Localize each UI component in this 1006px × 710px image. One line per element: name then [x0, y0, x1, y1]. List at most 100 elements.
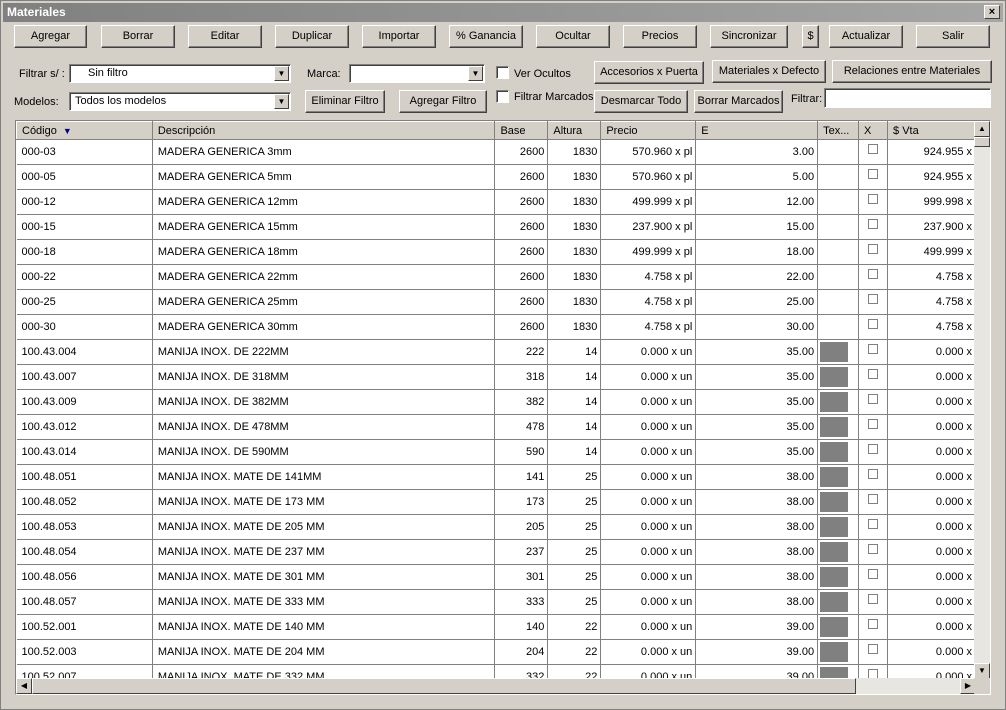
importar-button[interactable]: Importar: [362, 25, 436, 48]
dollar-button[interactable]: $: [802, 25, 819, 48]
row-checkbox[interactable]: [868, 494, 879, 504]
table-row[interactable]: 100.48.052 MANIJA INOX. MATE DE 173 MM 173…: [16, 489, 976, 515]
cell-precio: 0.000 x un: [600, 489, 697, 515]
row-checkbox[interactable]: [868, 344, 879, 354]
cell-precio: 0.000 x un: [600, 589, 697, 615]
table-row[interactable]: 000-22 MADERA GENERICA 22mm 2600 1830 4.758 …: [16, 264, 976, 290]
table-row[interactable]: 100.52.003 MANIJA INOX. MATE DE 204 MM 204…: [16, 639, 976, 665]
relaciones-button[interactable]: Relaciones entre Materiales: [832, 60, 992, 83]
table-row[interactable]: 100.48.054 MANIJA INOX. MATE DE 237 MM 237…: [16, 539, 976, 565]
row-checkbox[interactable]: [868, 394, 879, 404]
eliminar-filtro-button[interactable]: Eliminar Filtro: [305, 90, 385, 113]
row-checkbox[interactable]: [868, 544, 879, 554]
chevron-down-icon[interactable]: ▼: [274, 66, 289, 81]
row-checkbox[interactable]: [868, 294, 879, 304]
row-checkbox[interactable]: [868, 594, 879, 604]
filtrar-text-input[interactable]: [824, 88, 991, 108]
row-checkbox[interactable]: [868, 569, 879, 579]
table-row[interactable]: 100.52.001 MANIJA INOX. MATE DE 140 MM 140…: [16, 614, 976, 640]
col-header-codigo[interactable]: Código ▼: [16, 121, 153, 140]
cell-descripcion: MANIJA INOX. MATE DE 301 MM: [152, 564, 496, 590]
scroll-up-icon[interactable]: ▲: [974, 121, 990, 137]
cell-descripcion: MANIJA INOX. MATE DE 140 MM: [152, 614, 496, 640]
desmarcar-todo-button[interactable]: Desmarcar Todo: [594, 90, 688, 113]
cell-x: [858, 164, 889, 190]
cell-tex: [817, 364, 860, 390]
col-header-x[interactable]: X: [858, 121, 889, 140]
modelos-combo[interactable]: Todos los modelos ▼: [69, 92, 291, 111]
cell-e: 38.00: [695, 489, 819, 515]
cell-x: [858, 439, 889, 465]
cell-base: 2600: [494, 289, 549, 315]
table-row[interactable]: 000-18 MADERA GENERICA 18mm 2600 1830 499.99…: [16, 239, 976, 265]
editar-button[interactable]: Editar: [188, 25, 262, 48]
row-checkbox[interactable]: [868, 444, 879, 454]
table-row[interactable]: 000-25 MADERA GENERICA 25mm 2600 1830 4.758 …: [16, 289, 976, 315]
table-row[interactable]: 000-15 MADERA GENERICA 15mm 2600 1830 237.90…: [16, 214, 976, 240]
row-checkbox[interactable]: [868, 469, 879, 479]
row-checkbox[interactable]: [868, 144, 879, 154]
sincronizar-button[interactable]: Sincronizar: [710, 25, 788, 48]
cell-descripcion: MADERA GENERICA 12mm: [152, 189, 496, 215]
table-row[interactable]: 100.43.014 MANIJA INOX. DE 590MM 590 14 0.00…: [16, 439, 976, 465]
chevron-down-icon[interactable]: ▼: [468, 66, 483, 81]
actualizar-button[interactable]: Actualizar: [829, 25, 903, 48]
table-row[interactable]: 100.43.004 MANIJA INOX. DE 222MM 222 14 0.00…: [16, 339, 976, 365]
filtrar-marcados-checkbox[interactable]: [496, 90, 509, 103]
borrar-button[interactable]: Borrar: [101, 25, 175, 48]
table-row[interactable]: 100.43.012 MANIJA INOX. DE 478MM 478 14 0.00…: [16, 414, 976, 440]
row-checkbox[interactable]: [868, 369, 879, 379]
col-header-altura[interactable]: Altura: [547, 121, 602, 140]
table-row[interactable]: 100.48.051 MANIJA INOX. MATE DE 141MM 141 2…: [16, 464, 976, 490]
col-header-vta[interactable]: $ Vta: [887, 121, 976, 140]
table-row[interactable]: 100.52.007 MANIJA INOX. MATE DE 332 MM 332…: [16, 664, 976, 679]
vertical-scrollbar[interactable]: ▲ ▼: [974, 121, 990, 679]
row-checkbox[interactable]: [868, 169, 879, 179]
chevron-down-icon[interactable]: ▼: [274, 94, 289, 109]
salir-button[interactable]: Salir: [916, 25, 990, 48]
cell-e: 39.00: [695, 639, 819, 665]
table-row[interactable]: 100.48.057 MANIJA INOX. MATE DE 333 MM 333…: [16, 589, 976, 615]
precios-button[interactable]: Precios: [623, 25, 697, 48]
ocultar-button[interactable]: Ocultar: [536, 25, 610, 48]
table-row[interactable]: 100.43.009 MANIJA INOX. DE 382MM 382 14 0.00…: [16, 389, 976, 415]
row-checkbox[interactable]: [868, 644, 879, 654]
borrar-marcados-button[interactable]: Borrar Marcados: [694, 90, 783, 113]
row-checkbox[interactable]: [868, 269, 879, 279]
col-header-precio[interactable]: Precio: [600, 121, 697, 140]
horizontal-scrollbar[interactable]: ◀ ▶: [16, 678, 976, 694]
col-header-descripcion[interactable]: Descripción: [151, 121, 496, 140]
ver-ocultos-checkbox[interactable]: [496, 66, 509, 79]
table-row[interactable]: 100.48.056 MANIJA INOX. MATE DE 301 MM 301…: [16, 564, 976, 590]
horizontal-scroll-thumb[interactable]: [32, 678, 856, 694]
col-header-e[interactable]: E: [695, 121, 819, 140]
accesorios-puerta-button[interactable]: Accesorios x Puerta: [594, 61, 704, 84]
cell-precio: 570.960 x pl: [600, 139, 697, 165]
row-checkbox[interactable]: [868, 319, 879, 329]
duplicar-button[interactable]: Duplicar: [275, 25, 349, 48]
table-row[interactable]: 100.43.007 MANIJA INOX. DE 318MM 318 14 0.00…: [16, 364, 976, 390]
col-header-tex[interactable]: Tex...: [817, 121, 860, 140]
row-checkbox[interactable]: [868, 419, 879, 429]
row-checkbox[interactable]: [868, 244, 879, 254]
col-header-base[interactable]: Base: [494, 121, 549, 140]
row-checkbox[interactable]: [868, 619, 879, 629]
marca-combo[interactable]: ▼: [349, 64, 485, 83]
scroll-down-icon[interactable]: ▼: [974, 663, 990, 679]
table-row[interactable]: 000-12 MADERA GENERICA 12mm 2600 1830 499.99…: [16, 189, 976, 215]
table-row[interactable]: 000-05 MADERA GENERICA 5mm 2600 1830 570.960…: [16, 164, 976, 190]
ganancia-button[interactable]: % Ganancia: [449, 25, 523, 48]
agregar-filtro-button[interactable]: Agregar Filtro: [399, 90, 487, 113]
table-row[interactable]: 000-03 MADERA GENERICA 3mm 2600 1830 570.960…: [16, 139, 976, 165]
materiales-defecto-button[interactable]: Materiales x Defecto: [712, 60, 826, 83]
agregar-button[interactable]: Agregar: [14, 25, 87, 48]
filtrar-combo[interactable]: Sin filtro ▼: [69, 64, 291, 83]
scroll-left-icon[interactable]: ◀: [16, 678, 32, 694]
row-checkbox[interactable]: [868, 194, 879, 204]
table-row[interactable]: 100.48.053 MANIJA INOX. MATE DE 205 MM 205…: [16, 514, 976, 540]
table-row[interactable]: 000-30 MADERA GENERICA 30mm 2600 1830 4.758 …: [16, 314, 976, 340]
close-button[interactable]: ×: [984, 5, 1000, 19]
vertical-scroll-thumb[interactable]: [974, 137, 990, 147]
row-checkbox[interactable]: [868, 219, 879, 229]
row-checkbox[interactable]: [868, 519, 879, 529]
